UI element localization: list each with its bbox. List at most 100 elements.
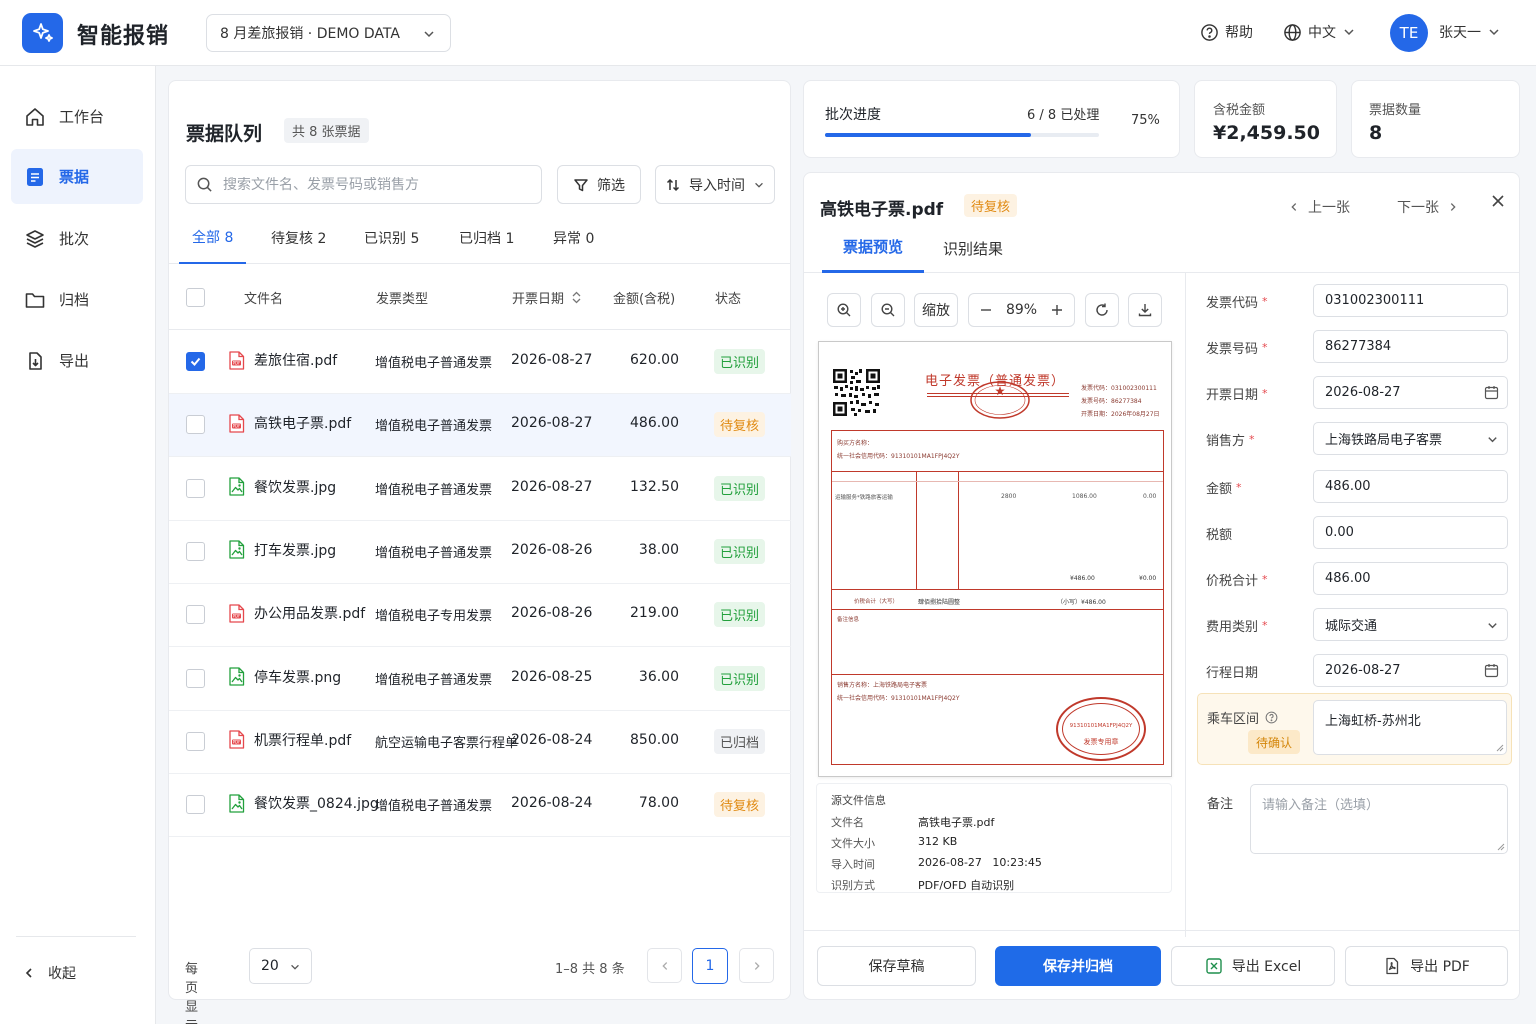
avatar[interactable]: TE xyxy=(1390,14,1428,52)
item-tax: 0.00 xyxy=(1143,493,1157,500)
sidebar-item-export[interactable]: 导出 xyxy=(11,333,143,388)
zoom-stepper[interactable]: 89% xyxy=(968,293,1075,327)
row-checkbox[interactable] xyxy=(186,668,205,688)
sidebar-item-invoices[interactable]: 票据 xyxy=(11,149,143,204)
prev-invoice-button[interactable]: 上一张 xyxy=(1288,197,1350,217)
image-file-icon xyxy=(229,667,245,686)
row-checkbox[interactable] xyxy=(186,795,205,815)
tab-all[interactable]: 全部 8 xyxy=(179,212,247,264)
route-textarea[interactable]: 上海虹桥-苏州北 xyxy=(1313,700,1507,755)
sidebar-item-workbench[interactable]: 工作台 xyxy=(11,89,143,144)
zoom-label: 缩放 xyxy=(914,293,958,327)
date-sort-header[interactable]: 开票日期 xyxy=(512,288,581,307)
close-button[interactable] xyxy=(1490,193,1506,209)
download-button[interactable] xyxy=(1128,293,1162,327)
next-invoice-button[interactable]: 下一张 xyxy=(1397,197,1459,217)
plus-icon[interactable] xyxy=(1051,304,1063,316)
per-page-label: 每页显示 xyxy=(185,962,199,1024)
prev-label: 上一张 xyxy=(1308,200,1350,216)
resize-handle-icon[interactable] xyxy=(1496,842,1505,851)
sidebar-item-batches[interactable]: 批次 xyxy=(11,211,143,266)
row-checkbox[interactable] xyxy=(186,478,205,498)
invoice-date: 2026-08-26 xyxy=(511,605,593,622)
tab-archived[interactable]: 已归档 1 xyxy=(459,212,514,264)
column-header: 金额(含税) xyxy=(613,292,676,307)
per-page-select[interactable]: 20 xyxy=(249,948,312,984)
tab-pending[interactable]: 待复核 2 xyxy=(271,212,326,264)
check-icon xyxy=(190,357,201,366)
minus-icon[interactable] xyxy=(980,304,992,316)
export-pdf-button[interactable]: 导出 PDF xyxy=(1345,946,1508,986)
select-all-checkbox[interactable] xyxy=(186,288,205,307)
field-label: 发票代码 * xyxy=(1206,292,1268,311)
progress-track xyxy=(825,133,1099,137)
row-checkbox[interactable] xyxy=(186,541,205,561)
prev-page-button[interactable] xyxy=(647,948,682,983)
sort-label: 导入时间 xyxy=(689,177,745,194)
collapse-button[interactable]: 收起 xyxy=(22,963,76,983)
tab-recognition[interactable]: 识别结果 xyxy=(943,223,1003,273)
field-value: 城际交通 xyxy=(1325,619,1378,634)
calendar-icon[interactable] xyxy=(1484,663,1499,678)
next-page-button[interactable] xyxy=(739,948,774,983)
route-label: 乘车区间 xyxy=(1207,712,1260,727)
search-input[interactable] xyxy=(223,176,523,193)
batch-selector[interactable]: 8 月差旅报销 · DEMO DATA xyxy=(206,14,451,52)
tab-preview[interactable]: 票据预览 xyxy=(822,223,925,273)
sort-button[interactable]: 导入时间 xyxy=(655,165,775,204)
resize-handle-icon[interactable] xyxy=(1495,743,1504,752)
field-input[interactable]: 486.00 xyxy=(1313,562,1508,595)
status-badge: 已归档 xyxy=(714,728,766,754)
table-row[interactable]: 餐饮发票.jpg 增值税电子普通发票 2026-08-27 132.50 已识别 xyxy=(169,458,791,521)
table-header: 文件名 发票类型 开票日期 金额(含税) 状态 xyxy=(169,264,791,330)
zoom-out-button[interactable] xyxy=(871,293,905,327)
help-circle-icon[interactable] xyxy=(1265,711,1278,724)
note-textarea[interactable]: 请输入备注（选填） xyxy=(1250,784,1508,854)
export-excel-button[interactable]: 导出 Excel xyxy=(1171,946,1335,986)
field-input[interactable]: 486.00 xyxy=(1313,470,1508,503)
table-row[interactable]: 打车发票.jpg 增值税电子普通发票 2026-08-26 38.00 已识别 xyxy=(169,521,791,584)
language-switcher[interactable]: 中文 xyxy=(1283,22,1356,42)
user-menu[interactable]: 张天一 xyxy=(1439,22,1501,42)
search-box[interactable] xyxy=(185,165,542,204)
table-row[interactable]: PDF 机票行程单.pdf 航空运输电子客票行程单 2026-08-24 850.00 已… xyxy=(169,711,791,774)
row-checkbox[interactable] xyxy=(186,605,205,625)
route-label-wrap: 乘车区间 xyxy=(1207,708,1278,727)
table-row[interactable]: PDF 办公用品发票.pdf 增值税电子专用发票 2026-08-26 219.00 已识… xyxy=(169,584,791,648)
field-input[interactable]: 2026-08-27 xyxy=(1313,654,1508,687)
field-input[interactable]: 86277384 xyxy=(1313,330,1508,363)
row-checkbox[interactable] xyxy=(186,415,205,435)
invoice-date: 2026-08-24 xyxy=(511,731,593,748)
chevron-down-icon[interactable] xyxy=(1486,619,1499,632)
tab-error[interactable]: 异常 0 xyxy=(553,212,594,264)
table-row[interactable]: 停车发票.png 增值税电子普通发票 2026-08-25 36.00 已识别 xyxy=(169,648,791,711)
field-label: 发票号码 * xyxy=(1206,338,1268,357)
field-input[interactable]: 2026-08-27 xyxy=(1313,376,1508,409)
row-checkbox[interactable] xyxy=(186,352,205,371)
row-checkbox[interactable] xyxy=(186,731,205,751)
source-key: 文件名 xyxy=(831,816,864,829)
pdf-file-icon: PDF xyxy=(229,414,245,433)
sidebar-item-archive[interactable]: 归档 xyxy=(11,272,143,327)
chevron-right-icon xyxy=(754,961,760,970)
chevron-down-icon xyxy=(424,31,434,38)
page-button-current[interactable]: 1 xyxy=(692,948,728,984)
field-input[interactable]: 上海铁路局电子客票 xyxy=(1313,422,1508,455)
calendar-icon[interactable] xyxy=(1484,385,1499,400)
chevron-down-icon[interactable] xyxy=(1486,433,1499,446)
field-input[interactable]: 0.00 xyxy=(1313,516,1508,549)
table-row[interactable]: PDF 差旅住宿.pdf 增值税电子普通发票 2026-08-27 620.00 已识别 xyxy=(169,331,791,394)
zoom-in-button[interactable] xyxy=(827,293,861,327)
field-value: 2026-08-27 xyxy=(1325,663,1401,678)
filter-button[interactable]: 筛选 xyxy=(557,165,641,204)
chevron-down-icon xyxy=(1489,29,1499,36)
field-input[interactable]: 城际交通 xyxy=(1313,608,1508,641)
table-row[interactable]: PDF 高铁电子票.pdf 增值税电子普通发票 2026-08-27 486.00 待复核 xyxy=(169,394,791,458)
field-input[interactable]: 031002300111 xyxy=(1313,284,1508,317)
save-draft-button[interactable]: 保存草稿 xyxy=(817,946,976,986)
table-row[interactable]: 餐饮发票_0824.jpg 增值税电子普通发票 2026-08-24 78.00 待复核 xyxy=(169,774,791,838)
help-link[interactable]: 帮助 xyxy=(1200,22,1253,42)
rotate-button[interactable] xyxy=(1085,293,1119,327)
save-archive-button[interactable]: 保存并归档 xyxy=(995,946,1161,986)
tab-recognized[interactable]: 已识别 5 xyxy=(364,212,419,264)
